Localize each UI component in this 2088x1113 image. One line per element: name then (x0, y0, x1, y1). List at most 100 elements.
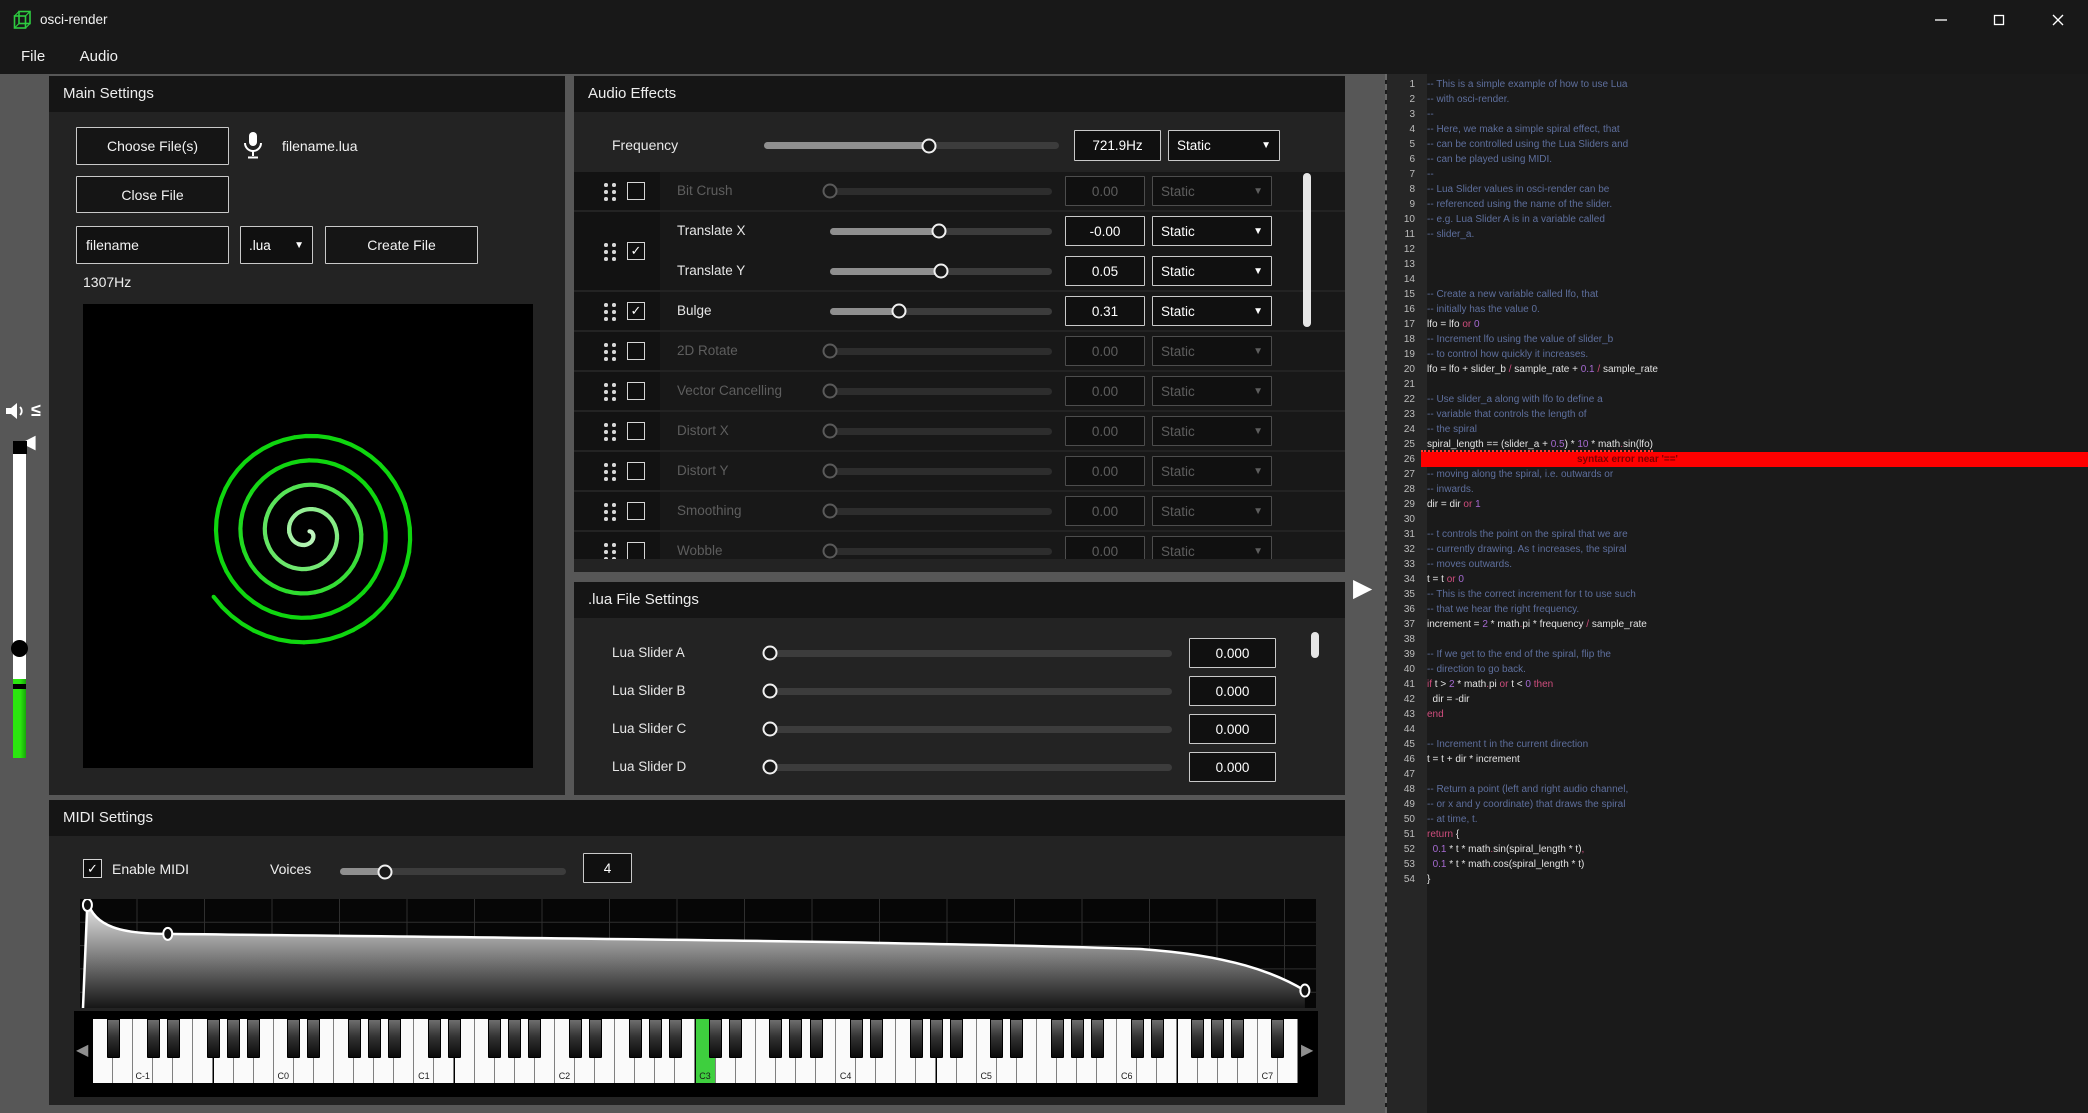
piano-key-black[interactable] (1051, 1019, 1064, 1058)
slider-thumb[interactable] (763, 684, 778, 699)
effect-slider[interactable] (830, 228, 1052, 235)
piano-key-black[interactable] (1091, 1019, 1104, 1058)
effect-slider[interactable] (830, 388, 1052, 395)
frequency-slider[interactable] (764, 142, 1059, 149)
frequency-mode-dropdown[interactable]: Static ▼ (1168, 130, 1280, 161)
piano-key-black[interactable] (1151, 1019, 1164, 1058)
piano-key-black[interactable] (167, 1019, 180, 1058)
slider-thumb[interactable] (931, 224, 946, 239)
scroll-right-icon[interactable]: ▶ (1301, 1040, 1313, 1060)
slider-thumb[interactable] (823, 504, 838, 519)
piano-key-black[interactable] (207, 1019, 220, 1058)
piano-key-black[interactable] (1131, 1019, 1144, 1058)
effect-mode-dropdown[interactable]: Static▼ (1152, 216, 1272, 246)
lua-slider[interactable] (770, 650, 1172, 657)
piano-key-black[interactable] (1211, 1019, 1224, 1058)
piano-key-black[interactable] (910, 1019, 923, 1058)
slider-thumb[interactable] (823, 464, 838, 479)
voices-value[interactable]: 4 (583, 853, 632, 883)
piano-key-black[interactable] (950, 1019, 963, 1058)
lua-slider-value[interactable]: 0.000 (1189, 714, 1276, 744)
piano-key-black[interactable] (388, 1019, 401, 1058)
effect-value[interactable]: 0.00 (1065, 496, 1145, 526)
effect-slider[interactable] (830, 348, 1052, 355)
effect-mode-dropdown[interactable]: Static▼ (1152, 536, 1272, 559)
piano-key-black[interactable] (1191, 1019, 1204, 1058)
effect-value[interactable]: 0.00 (1065, 376, 1145, 406)
code-editor[interactable]: 1-- This is a simple example of how to u… (1385, 74, 2088, 1113)
slider-thumb[interactable] (823, 344, 838, 359)
close-file-button[interactable]: Close File (76, 176, 229, 213)
slider-thumb[interactable] (763, 760, 778, 775)
effects-scrollbar-thumb[interactable] (1303, 173, 1311, 327)
create-file-button[interactable]: Create File (325, 226, 478, 264)
choose-files-button[interactable]: Choose File(s) (76, 127, 229, 165)
effect-value[interactable]: 0.05 (1065, 256, 1145, 286)
piano-key-black[interactable] (508, 1019, 521, 1058)
voices-slider[interactable] (340, 868, 566, 875)
effect-slider[interactable] (830, 548, 1052, 555)
effect-value[interactable]: 0.31 (1065, 296, 1145, 326)
piano-key-black[interactable] (107, 1019, 120, 1058)
piano-key-black[interactable] (488, 1019, 501, 1058)
effect-value[interactable]: 0.00 (1065, 336, 1145, 366)
piano-key-black[interactable] (990, 1019, 1003, 1058)
envelope-point[interactable] (163, 928, 172, 940)
slider-thumb[interactable] (823, 384, 838, 399)
piano-key-black[interactable] (850, 1019, 863, 1058)
effect-slider[interactable] (830, 268, 1052, 275)
piano-key-black[interactable] (1071, 1019, 1084, 1058)
effect-value[interactable]: 0.00 (1065, 456, 1145, 486)
piano-key-black[interactable] (428, 1019, 441, 1058)
effect-slider[interactable] (830, 308, 1052, 315)
piano-key-black[interactable] (810, 1019, 823, 1058)
slider-thumb[interactable] (934, 264, 949, 279)
microphone-icon[interactable] (242, 131, 264, 161)
effect-mode-dropdown[interactable]: Static▼ (1152, 456, 1272, 486)
scroll-left-icon[interactable]: ◀ (76, 1040, 88, 1060)
effect-mode-dropdown[interactable]: Static▼ (1152, 336, 1272, 366)
frequency-slider-thumb[interactable] (922, 138, 937, 153)
piano-key-black[interactable] (307, 1019, 320, 1058)
voices-slider-thumb[interactable] (378, 864, 393, 879)
piano-key-black[interactable] (629, 1019, 642, 1058)
effect-mode-dropdown[interactable]: Static▼ (1152, 296, 1272, 326)
piano-key-black[interactable] (147, 1019, 160, 1058)
effect-slider[interactable] (830, 508, 1052, 515)
envelope-point[interactable] (1300, 985, 1309, 997)
slider-thumb[interactable] (823, 544, 838, 559)
piano-key-black[interactable] (528, 1019, 541, 1058)
file-extension-dropdown[interactable]: .lua ▼ (240, 226, 313, 264)
slider-thumb[interactable] (891, 304, 906, 319)
piano-key-black[interactable] (227, 1019, 240, 1058)
play-icon[interactable]: ▶ (1353, 574, 1372, 602)
effect-mode-dropdown[interactable]: Static▼ (1152, 176, 1272, 206)
effect-mode-dropdown[interactable]: Static▼ (1152, 496, 1272, 526)
piano-key-black[interactable] (247, 1019, 260, 1058)
slider-thumb[interactable] (763, 646, 778, 661)
piano-key-black[interactable] (709, 1019, 722, 1058)
effect-value[interactable]: 0.00 (1065, 176, 1145, 206)
slider-thumb[interactable] (763, 722, 778, 737)
frequency-value[interactable]: 721.9Hz (1074, 130, 1161, 161)
piano-key-black[interactable] (789, 1019, 802, 1058)
effect-value[interactable]: 0.00 (1065, 536, 1145, 559)
volume-meter-ball[interactable] (11, 640, 28, 657)
menu-file[interactable]: File (6, 40, 60, 74)
envelope-point[interactable] (83, 899, 92, 911)
effect-slider[interactable] (830, 428, 1052, 435)
piano-key-black[interactable] (1271, 1019, 1284, 1058)
lua-slider[interactable] (770, 764, 1172, 771)
effect-mode-dropdown[interactable]: Static▼ (1152, 376, 1272, 406)
piano-key-black[interactable] (287, 1019, 300, 1058)
effect-mode-dropdown[interactable]: Static▼ (1152, 256, 1272, 286)
effect-mode-dropdown[interactable]: Static▼ (1152, 416, 1272, 446)
piano-key-black[interactable] (569, 1019, 582, 1058)
piano-key-black[interactable] (669, 1019, 682, 1058)
lua-slider-value[interactable]: 0.000 (1189, 676, 1276, 706)
piano-key-black[interactable] (930, 1019, 943, 1058)
piano-key-black[interactable] (729, 1019, 742, 1058)
lua-scrollbar-thumb[interactable] (1311, 632, 1319, 658)
piano-key-black[interactable] (589, 1019, 602, 1058)
piano-key-black[interactable] (448, 1019, 461, 1058)
